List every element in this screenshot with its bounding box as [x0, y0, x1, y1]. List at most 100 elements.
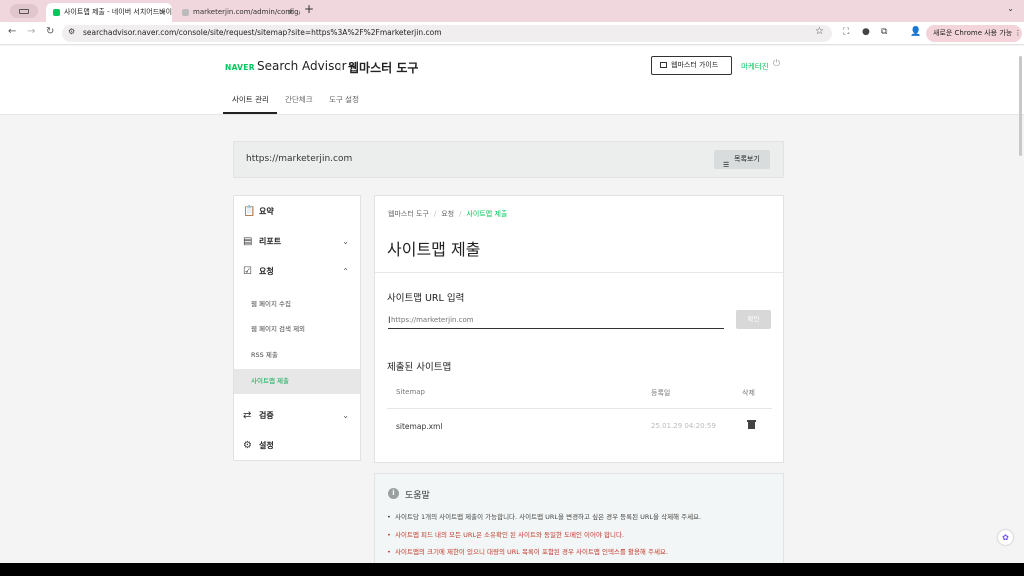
info-icon: i	[388, 488, 399, 499]
sitemap-url-section-title: 사이트맵 URL 입력	[387, 293, 465, 304]
browser-tab[interactable]: marketerjin.com/admin/config/ ✕	[175, 3, 300, 22]
help-item: • 사이트맵 피드 내의 모든 URL은 소유확인 된 사이트와 동일한 도메인 …	[387, 531, 625, 539]
site-selector-bar: https://marketerjin.com ☰ 목록보기	[233, 141, 784, 178]
chevron-down-icon[interactable]: ⌄	[1007, 4, 1014, 13]
page-favicon-icon	[182, 9, 189, 16]
sidebar: 📋 요약 ▤ 리포트 ⌄ ☑ 요청 ⌃ 웹 페이지 수집 웹 페이지 검색 제외…	[233, 195, 361, 461]
naver-favicon-icon	[53, 9, 60, 16]
checkbox-icon: ☑	[243, 266, 252, 277]
scrollbar[interactable]	[1019, 56, 1022, 156]
sidebar-item-label: 설정	[259, 441, 274, 450]
sidebar-subitem-rss[interactable]: RSS 제출	[234, 343, 360, 368]
breadcrumb-current: 사이트맵 제출	[466, 210, 508, 218]
submitted-sitemaps-title: 제출된 사이트맵	[387, 362, 452, 373]
tab-search-button[interactable]	[10, 4, 38, 18]
browser-tab-active[interactable]: 사이트맵 제출 - 네이버 서치어드바이 ✕	[46, 3, 172, 22]
tab-search-icon	[19, 9, 29, 14]
browser-toolbar: ← → ↻ ⚙ searchadvisor.naver.com/console/…	[0, 22, 1024, 45]
sidebar-subitem-sitemap[interactable]: 사이트맵 제출	[234, 369, 360, 394]
help-item-text: 사이트맵 피드 내의 모든 URL은 소유확인 된 사이트와 동일한 도메인 이…	[395, 531, 625, 539]
sidebar-subitem-search-exclude[interactable]: 웹 페이지 검색 제외	[234, 317, 360, 342]
sidebar-item-label: 요청	[259, 267, 274, 276]
chevron-down-icon: ⌄	[342, 411, 349, 420]
tab-title: marketerjin.com/admin/config/	[193, 8, 300, 16]
screenshot-icon[interactable]: ⛶	[843, 27, 849, 37]
forward-icon[interactable]: →	[27, 26, 35, 37]
webmaster-title[interactable]: 웹마스터 도구	[348, 59, 418, 76]
star-icon[interactable]: ☆	[815, 26, 824, 37]
sidebar-item-label: 리포트	[259, 237, 282, 246]
breadcrumb-item[interactable]: 웹마스터 도구	[388, 210, 429, 218]
help-item: • 사이트맵의 크기에 제한이 있으니 대량의 URL 목록이 포함된 경우 사이…	[387, 548, 668, 556]
sidebar-item-settings[interactable]: ⚙ 설정	[234, 432, 360, 460]
chrome-update-button[interactable]: 새로운 Chrome 사용 가능 ⋮	[926, 25, 1022, 42]
puzzle-icon[interactable]: ⧉	[881, 27, 887, 37]
sidebar-item-label: 검증	[259, 411, 274, 420]
column-header-delete: 삭제	[742, 389, 755, 397]
gear-icon: ⚙	[243, 440, 252, 451]
extension-icon[interactable]: ●	[862, 27, 870, 37]
book-icon	[660, 62, 667, 68]
date-cell: 25.01.29 04:20:59	[651, 422, 716, 430]
tab-tool-settings[interactable]: 도구 설정	[329, 94, 359, 105]
chart-icon: ▤	[243, 236, 253, 247]
chevron-down-icon: ⌄	[342, 237, 349, 246]
close-icon[interactable]: ✕	[159, 3, 166, 22]
assistant-icon[interactable]: ✿	[998, 530, 1013, 545]
divider	[340, 63, 341, 71]
user-name[interactable]: 마케터진	[741, 61, 769, 72]
tab-site-management[interactable]: 사이트 관리	[232, 94, 269, 105]
reload-icon[interactable]: ↻	[46, 26, 54, 37]
webmaster-guide-button[interactable]: 웹마스터 가이드	[651, 56, 732, 75]
address-bar[interactable]: ⚙ searchadvisor.naver.com/console/site/r…	[62, 25, 832, 42]
sidebar-item-summary[interactable]: 📋 요약	[234, 198, 360, 226]
chevron-up-icon: ⌃	[342, 267, 349, 276]
sidebar-item-request[interactable]: ☑ 요청 ⌃	[234, 258, 360, 286]
current-site-url: https://marketerjin.com	[246, 154, 353, 164]
confirm-button[interactable]: 확인	[736, 310, 771, 329]
chrome-update-label: 새로운 Chrome 사용 가능	[933, 29, 1013, 37]
column-header-date: 등록일	[651, 389, 671, 397]
sidebar-item-label: 요약	[259, 207, 274, 216]
naver-logo[interactable]: NAVER	[225, 63, 255, 72]
divider	[375, 272, 783, 273]
sitemap-cell[interactable]: sitemap.xml	[396, 422, 442, 431]
profile-icon[interactable]: 👤	[910, 27, 921, 37]
help-title: 도움말	[405, 491, 430, 501]
address-url[interactable]: searchadvisor.naver.com/console/site/req…	[83, 28, 442, 37]
help-box: i 도움말 • 사이트당 1개의 사이트맵 제출이 가능합니다. 사이트맵 URL…	[374, 473, 784, 563]
close-icon[interactable]: ✕	[287, 3, 294, 22]
text-cursor-icon: I	[388, 316, 391, 326]
active-tab-indicator	[223, 112, 277, 114]
table-header-divider	[387, 408, 772, 409]
guide-button-label: 웹마스터 가이드	[671, 61, 719, 69]
list-view-button[interactable]: ☰ 목록보기	[714, 150, 770, 169]
screen: 사이트맵 제출 - 네이버 서치어드바이 ✕ marketerjin.com/a…	[0, 0, 1024, 563]
tab-title: 사이트맵 제출 - 네이버 서치어드바이	[64, 8, 172, 16]
tab-simple-check[interactable]: 간단체크	[285, 94, 313, 105]
site-info-icon[interactable]: ⚙	[68, 27, 75, 36]
breadcrumb-item[interactable]: 요청	[441, 210, 454, 218]
sidebar-item-verify[interactable]: ⇄ 검증 ⌄	[234, 402, 360, 430]
clipboard-icon: 📋	[243, 206, 256, 217]
search-advisor-title[interactable]: Search Advisor	[257, 59, 347, 73]
site-header: NAVER Search Advisor 웹마스터 도구 웹마스터 가이드 마케…	[0, 46, 1024, 115]
main-panel: 웹마스터 도구/요청/사이트맵 제출 사이트맵 제출 사이트맵 URL 입력 I…	[374, 195, 784, 463]
sidebar-item-report[interactable]: ▤ 리포트 ⌄	[234, 228, 360, 256]
back-icon[interactable]: ←	[8, 26, 16, 37]
new-tab-icon[interactable]: +	[304, 2, 314, 16]
list-button-label: 목록보기	[734, 155, 760, 163]
page-title: 사이트맵 제출	[387, 240, 481, 259]
column-header-sitemap: Sitemap	[396, 388, 425, 396]
sidebar-subitem-page-crawl[interactable]: 웹 페이지 수집	[234, 292, 360, 317]
browser-tabbar: 사이트맵 제출 - 네이버 서치어드바이 ✕ marketerjin.com/a…	[0, 0, 1024, 22]
help-item: • 사이트당 1개의 사이트맵 제출이 가능합니다. 사이트맵 URL을 변경하고…	[387, 513, 702, 521]
trash-icon[interactable]	[747, 420, 756, 429]
breadcrumb: 웹마스터 도구 / 요청 / 사이트맵 제출	[388, 210, 508, 218]
sitemap-url-input[interactable]	[388, 312, 724, 329]
help-item-text: 사이트당 1개의 사이트맵 제출이 가능합니다. 사이트맵 URL을 변경하고 …	[395, 513, 702, 521]
list-icon: ☰	[723, 161, 730, 169]
help-item-text: 사이트맵의 크기에 제한이 있으니 대량의 URL 목록이 포함된 경우 사이트…	[395, 548, 668, 556]
repeat-icon: ⇄	[243, 410, 252, 421]
logout-icon[interactable]: ⏻	[773, 59, 780, 69]
